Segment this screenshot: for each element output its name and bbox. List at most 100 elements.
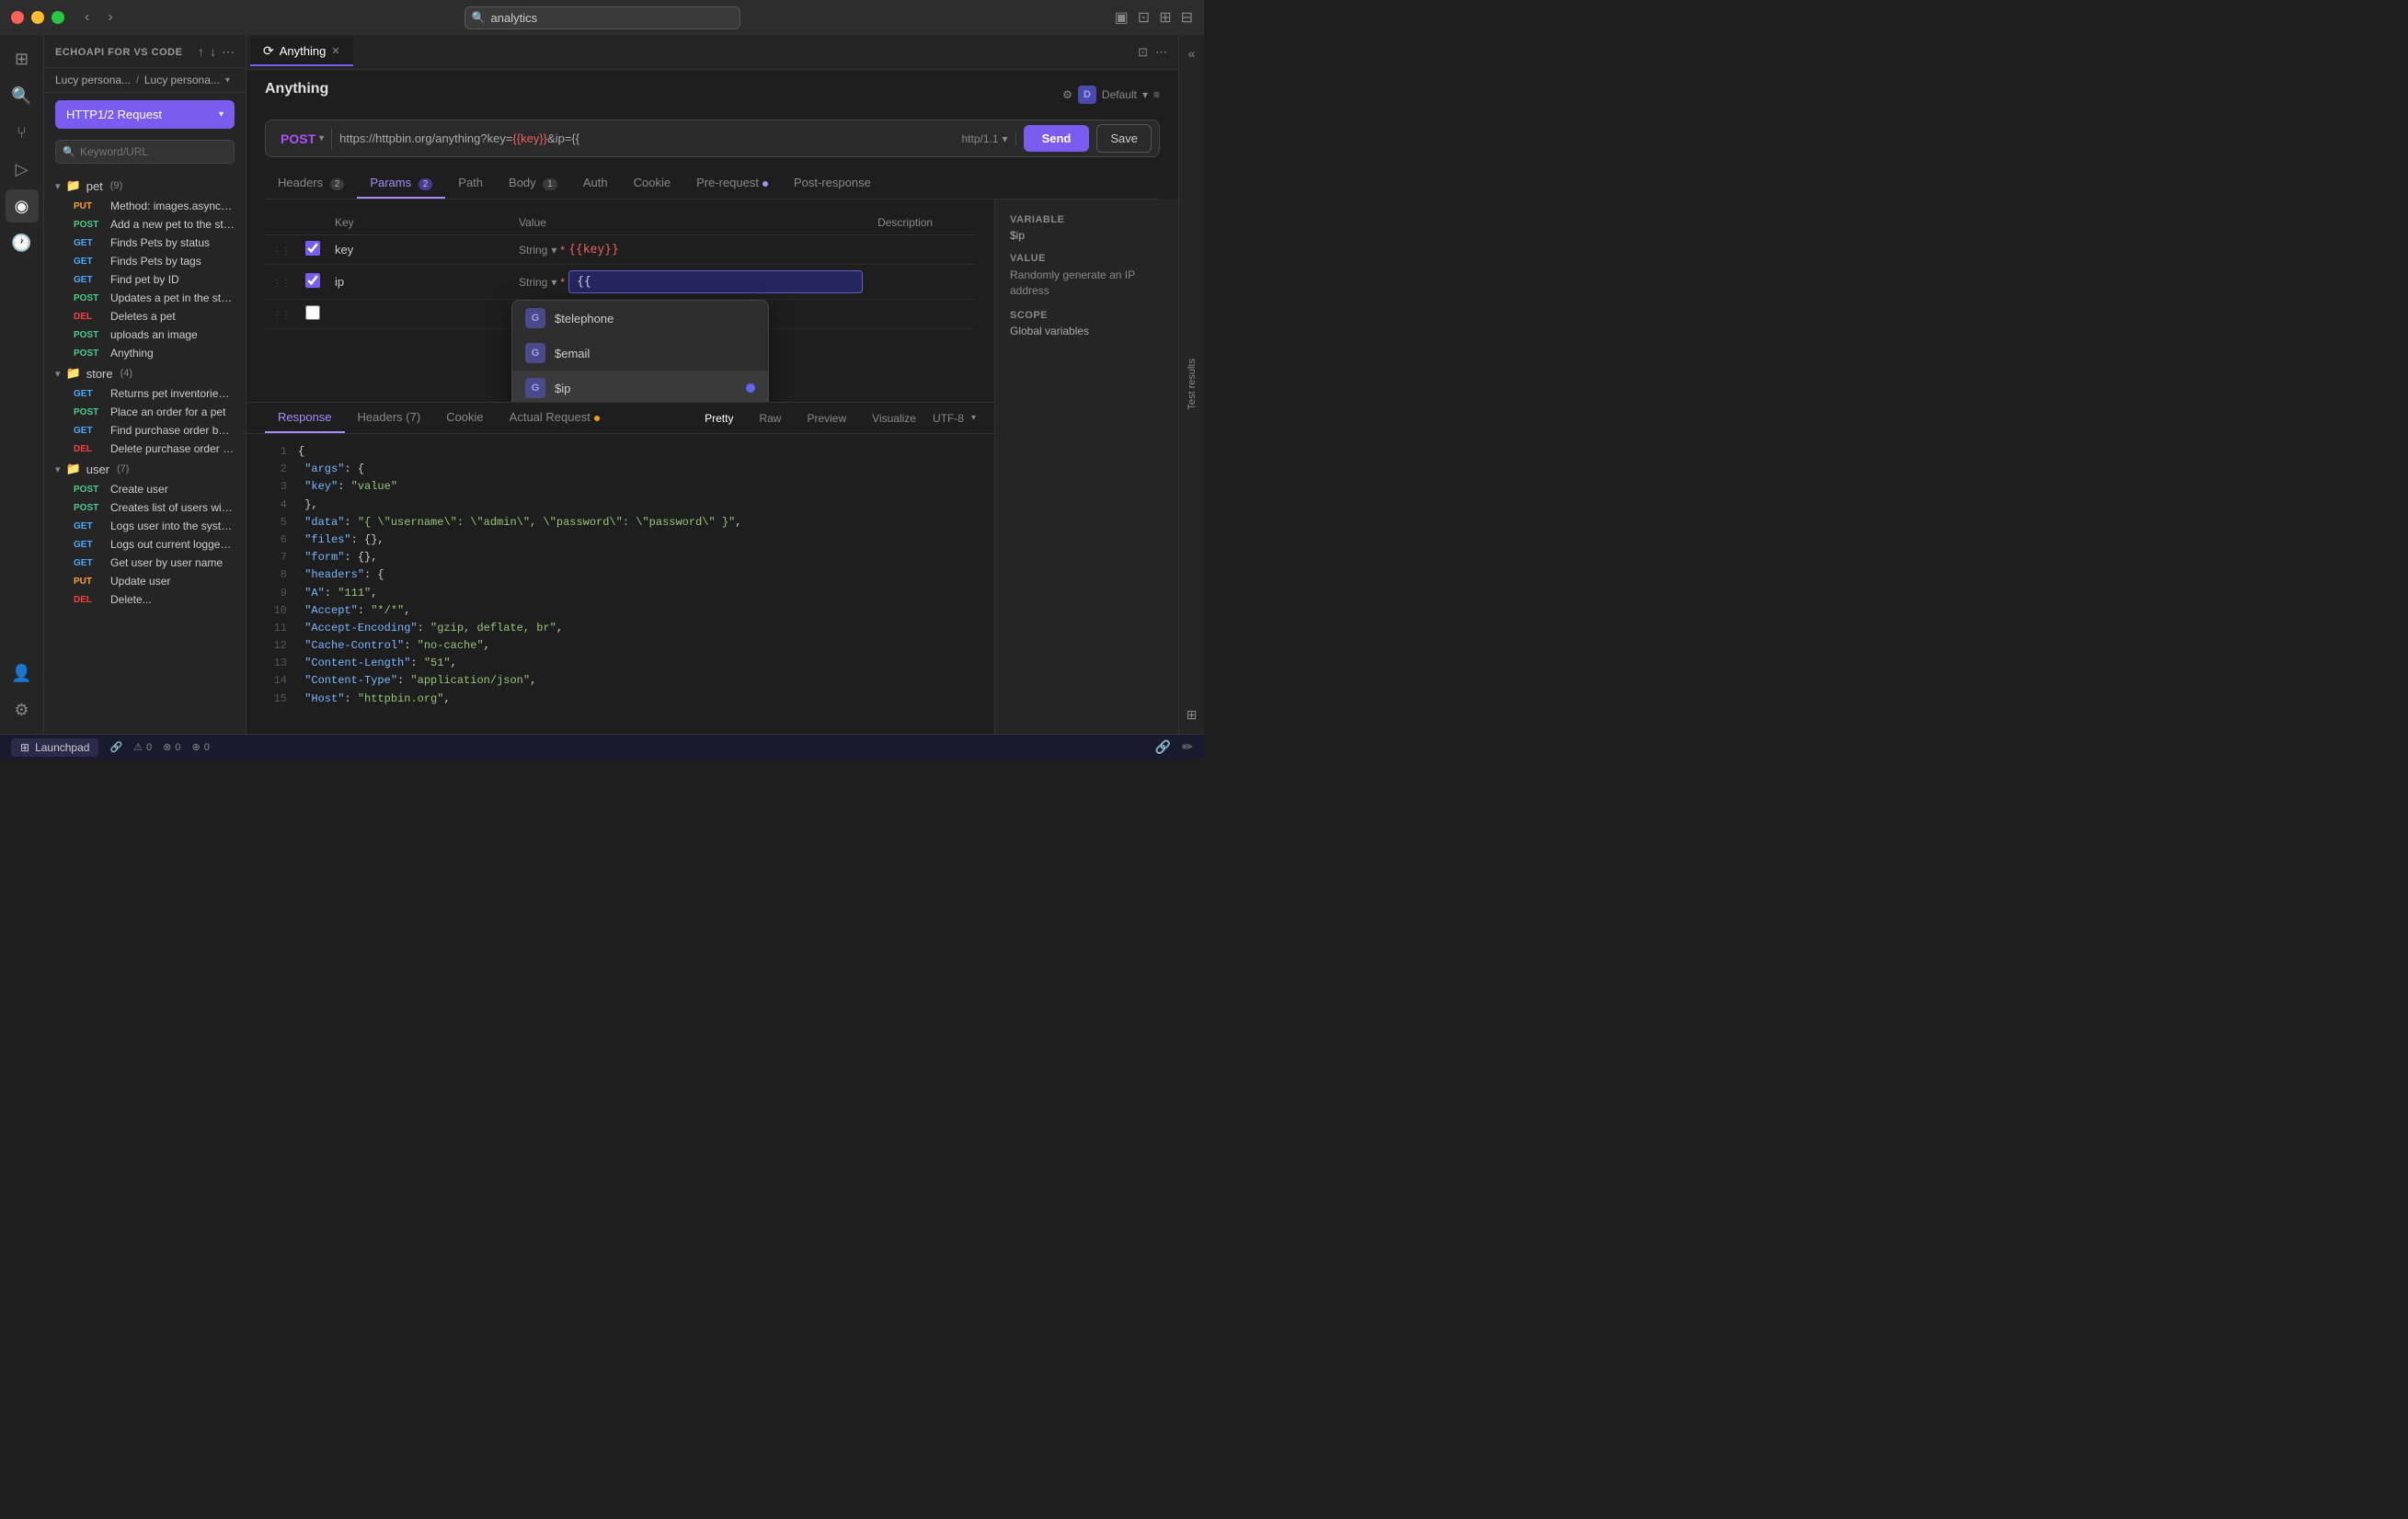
titlebar-search-input[interactable] — [464, 6, 740, 29]
api-item-post-order[interactable]: POST Place an order for a pet — [44, 403, 246, 421]
type-selector-1[interactable]: String ▾ — [519, 244, 556, 257]
api-item-get-orderbyid[interactable]: GET Find purchase order by ID — [44, 421, 246, 440]
param-value-input-2[interactable] — [568, 270, 863, 293]
workspace-chevron-right[interactable]: ▾ — [225, 75, 230, 86]
ac-item-telephone[interactable]: G $telephone — [512, 301, 768, 336]
sub-tab-headers[interactable]: Headers 2 — [265, 168, 357, 199]
default-label[interactable]: Default — [1102, 88, 1137, 101]
resp-tab-headers[interactable]: Headers (7) — [345, 403, 434, 433]
resp-tab-actualrequest[interactable]: Actual Request — [497, 403, 613, 433]
collapse-icon[interactable]: « — [1185, 42, 1199, 64]
sidebar-search-input[interactable] — [55, 140, 235, 164]
activity-search-icon[interactable]: 🔍 — [6, 79, 39, 112]
resp-tab-cookie[interactable]: Cookie — [433, 403, 496, 433]
tab-close-anything[interactable]: ✕ — [331, 45, 339, 57]
http-version-selector[interactable]: http/1.1 ▾ — [955, 132, 1016, 145]
format-pretty[interactable]: Pretty — [695, 409, 742, 428]
new-request-button[interactable]: HTTP1/2 Request ▾ — [55, 100, 235, 129]
sub-tab-auth[interactable]: Auth — [570, 168, 621, 199]
api-item-get-findsbytags[interactable]: GET Finds Pets by tags — [44, 252, 246, 270]
api-item-del-deleteorder[interactable]: DEL Delete purchase order by ID — [44, 440, 246, 458]
param-check-3[interactable] — [305, 305, 320, 320]
main-content-col: Key Value Description ⋮⋮ key — [247, 200, 994, 734]
api-item-post-addpet[interactable]: POST Add a new pet to the store — [44, 215, 246, 234]
ac-item-ip[interactable]: G $ip — [512, 371, 768, 402]
sub-tab-postresponse[interactable]: Post-response — [781, 168, 884, 199]
sub-tab-path[interactable]: Path — [445, 168, 496, 199]
ac-item-email[interactable]: G $email — [512, 336, 768, 371]
api-item-post-updatepet[interactable]: POST Updates a pet in the store with for… — [44, 289, 246, 307]
api-item-post-anything[interactable]: POST Anything — [44, 344, 246, 362]
activity-explorer-icon[interactable]: ⊞ — [6, 42, 39, 75]
api-item-post-createuserslist[interactable]: POST Creates list of users with given in… — [44, 498, 246, 517]
encoding-chevron[interactable]: ▾ — [971, 413, 976, 423]
sub-tab-body[interactable]: Body 1 — [496, 168, 570, 199]
upload-icon[interactable]: ↑ — [198, 44, 204, 60]
api-item-get-loginuser[interactable]: GET Logs user into the system — [44, 517, 246, 535]
activity-echoapi-icon[interactable]: ◉ — [6, 189, 39, 223]
launchpad-button[interactable]: ⊞ Launchpad — [11, 738, 98, 757]
close-button[interactable] — [11, 11, 24, 24]
api-item-del-deletepet[interactable]: DEL Deletes a pet — [44, 307, 246, 326]
maximize-button[interactable] — [52, 11, 64, 24]
back-button[interactable]: ‹ — [79, 7, 95, 28]
minimize-button[interactable] — [31, 11, 44, 24]
param-key-1: key — [335, 243, 353, 257]
type-selector-2[interactable]: String ▾ — [519, 276, 556, 289]
layout-icon-3[interactable]: ⊞ — [1159, 8, 1171, 27]
expand-icon[interactable]: ⊞ — [1183, 703, 1201, 726]
drag-handle-3[interactable]: ⋮⋮ — [272, 311, 291, 321]
format-visualize[interactable]: Visualize — [863, 409, 925, 428]
api-item-del-deleteuser[interactable]: DEL Delete... — [44, 590, 246, 609]
var-scope-value: Global variables — [1010, 325, 1164, 337]
format-raw[interactable]: Raw — [750, 409, 790, 428]
api-item-get-findsbystatus[interactable]: GET Finds Pets by status — [44, 234, 246, 252]
send-button[interactable]: Send — [1024, 125, 1090, 152]
folder-pet[interactable]: ▾ 📁 pet (9) — [44, 175, 246, 197]
drag-handle-2[interactable]: ⋮⋮ — [272, 279, 291, 289]
settings-icon[interactable]: ⚙ — [1062, 88, 1072, 101]
sub-tab-params[interactable]: Params 2 — [357, 168, 445, 199]
code-line-1: 1{ — [265, 443, 976, 461]
layout-icon-4[interactable]: ⊟ — [1181, 8, 1193, 27]
sub-tab-prerequest[interactable]: Pre-request — [683, 168, 781, 199]
api-item-get-findpetbyid[interactable]: GET Find pet by ID — [44, 270, 246, 289]
activity-history-icon[interactable]: 🕐 — [6, 226, 39, 259]
api-item-get-inventory[interactable]: GET Returns pet inventories by status — [44, 384, 246, 403]
split-editor-icon[interactable]: ⊡ — [1138, 45, 1148, 60]
activity-settings-icon[interactable]: ⚙ — [6, 693, 39, 726]
sub-tab-cookie[interactable]: Cookie — [621, 168, 683, 199]
drag-handle-1[interactable]: ⋮⋮ — [272, 246, 291, 257]
method-badge-get6: GET — [74, 521, 103, 531]
workspace-right[interactable]: Lucy persona... — [144, 74, 220, 86]
status-edit-icon[interactable]: ✏ — [1182, 739, 1193, 755]
folder-user[interactable]: ▾ 📁 user (7) — [44, 458, 246, 480]
more-tabs-icon[interactable]: ⋯ — [1155, 45, 1167, 60]
api-item-put-updateuser[interactable]: PUT Update user — [44, 572, 246, 590]
activity-run-icon[interactable]: ▷ — [6, 153, 39, 186]
param-check-1[interactable] — [305, 241, 320, 256]
save-button[interactable]: Save — [1096, 124, 1152, 153]
more-icon[interactable]: ⋯ — [222, 44, 235, 60]
api-item-get-userbyname[interactable]: GET Get user by user name — [44, 554, 246, 572]
param-check-2[interactable] — [305, 273, 320, 288]
workspace-left[interactable]: Lucy persona... — [55, 74, 131, 86]
api-item-put-batchannotate[interactable]: PUT Method: images.asyncBatchAnnotate — [44, 197, 246, 215]
forward-button[interactable]: › — [102, 7, 118, 28]
format-preview[interactable]: Preview — [797, 409, 855, 428]
download-icon[interactable]: ↓ — [210, 44, 216, 60]
layout-icon-1[interactable]: ▣ — [1115, 8, 1129, 27]
activity-account-icon[interactable]: 👤 — [6, 657, 39, 690]
test-results-label[interactable]: Test results — [1181, 351, 1203, 417]
method-selector[interactable]: POST ▾ — [273, 128, 332, 150]
folder-store[interactable]: ▾ 📁 store (4) — [44, 362, 246, 384]
activity-git-icon[interactable]: ⑂ — [6, 116, 39, 149]
api-item-post-createuser[interactable]: POST Create user — [44, 480, 246, 498]
layout-icon-2[interactable]: ⊡ — [1138, 8, 1150, 27]
resp-tab-response[interactable]: Response — [265, 403, 345, 433]
api-item-post-uploadimage[interactable]: POST uploads an image — [44, 326, 246, 344]
api-item-get-logoutuser[interactable]: GET Logs out current logged in user sess… — [44, 535, 246, 554]
tab-anything[interactable]: ⟳ Anything ✕ — [250, 38, 353, 66]
menu-icon[interactable]: ≡ — [1153, 88, 1160, 101]
status-chain-icon[interactable]: 🔗 — [1155, 739, 1171, 755]
